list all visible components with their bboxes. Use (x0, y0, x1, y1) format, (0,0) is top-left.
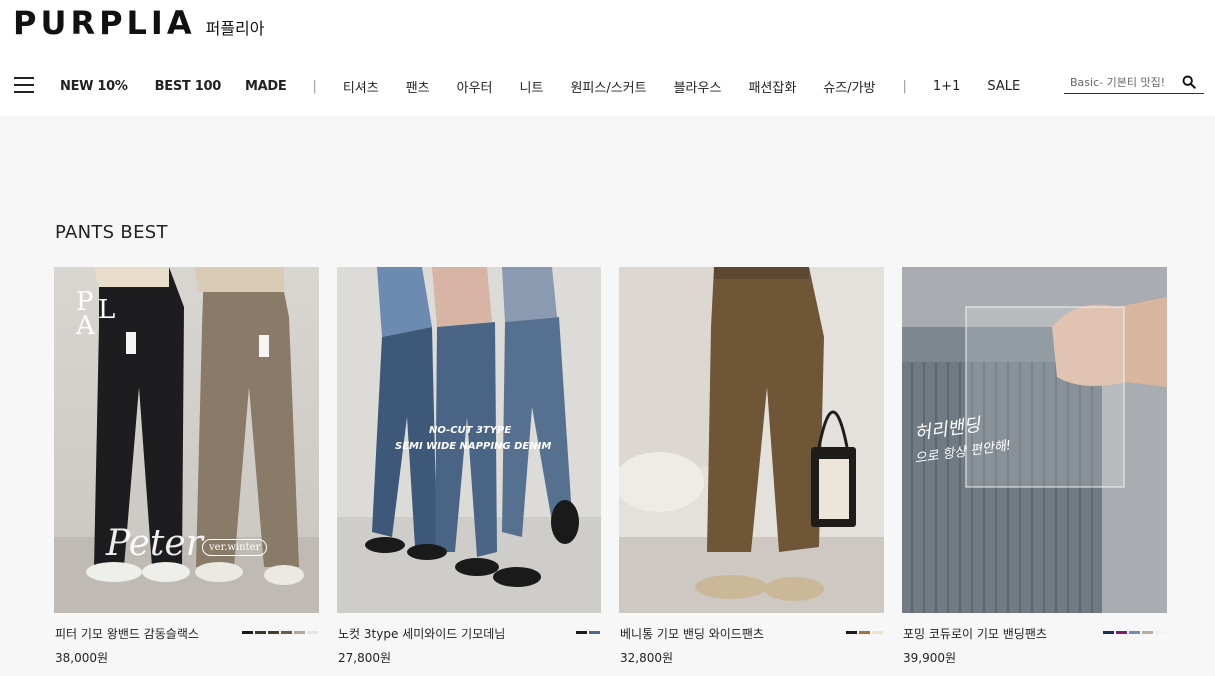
color-swatch (589, 631, 600, 634)
hamburger-menu-icon[interactable] (14, 77, 34, 93)
nav-item-accessories[interactable]: 패션잡화 (748, 77, 796, 96)
logo-korean-text: 퍼플리아 (205, 19, 265, 38)
logo-text: PURPLIA (13, 4, 196, 42)
image-text: A (76, 311, 95, 341)
nav-item-pants[interactable]: 팬츠 (406, 77, 430, 96)
color-swatch (255, 631, 266, 634)
search-icon[interactable] (1182, 75, 1196, 89)
product-price: 32,800원 (620, 651, 674, 665)
product-name[interactable]: 베니통 기모 밴딩 와이드팬츠 (620, 625, 764, 642)
nav-item-1plus1[interactable]: 1+1 (933, 79, 960, 94)
color-swatch (281, 631, 292, 634)
nav-divider: | (312, 78, 317, 94)
product-image[interactable]: P A L Peter ver.winter (54, 267, 319, 613)
product-image[interactable]: NO-CUT 3TYPE SEMI WIDE NAPPING DENIM (337, 267, 601, 613)
product-name[interactable]: 노컷 3type 세미와이드 기모데님 (338, 625, 505, 642)
nav-item-tshirts[interactable]: 티셔츠 (343, 77, 379, 96)
image-text: Peter (106, 523, 203, 564)
color-swatch (1103, 631, 1114, 634)
search-bar (1064, 72, 1204, 94)
site-header: PURPLIA 퍼플리아 NEW 10% BEST 100 MADE | 티셔츠… (0, 0, 1215, 116)
product-card: NO-CUT 3TYPE SEMI WIDE NAPPING DENIM 노컷 … (337, 267, 601, 665)
color-swatches (1103, 631, 1166, 634)
main-content: PANTS BEST P A L Peter ver.winter 피터 기모 … (0, 116, 1215, 676)
color-swatches (846, 631, 883, 634)
color-swatches (576, 631, 600, 634)
color-swatch (1116, 631, 1127, 634)
color-swatch (576, 631, 587, 634)
image-text: NO-CUT 3TYPE (429, 425, 512, 436)
color-swatch (846, 631, 857, 634)
nav-item-new[interactable]: NEW 10% (60, 79, 128, 94)
nav-item-outer[interactable]: 아우터 (457, 77, 493, 96)
image-text: SEMI WIDE NAPPING DENIM (395, 441, 552, 452)
color-swatch (294, 631, 305, 634)
product-name[interactable]: 포밍 코듀로이 기모 밴딩팬츠 (903, 625, 1047, 642)
main-nav: NEW 10% BEST 100 MADE | 티셔츠 팬츠 아우터 니트 원피… (60, 76, 1020, 96)
nav-item-onepiece-skirt[interactable]: 원피스/스커트 (570, 77, 646, 96)
product-name[interactable]: 피터 기모 왕밴드 감동슬랙스 (55, 625, 199, 642)
color-swatches (242, 631, 318, 634)
image-text: L (98, 295, 116, 325)
nav-item-sale[interactable]: SALE (987, 79, 1020, 94)
product-card: 베니통 기모 밴딩 와이드팬츠 32,800원 (619, 267, 884, 665)
product-price: 27,800원 (338, 651, 392, 665)
image-text: ver.winter (202, 539, 268, 556)
logo[interactable]: PURPLIA 퍼플리아 (13, 4, 264, 42)
nav-item-knit[interactable]: 니트 (520, 77, 544, 96)
product-price: 38,000원 (55, 651, 109, 665)
color-swatch (872, 631, 883, 634)
nav-item-blouse[interactable]: 블라우스 (674, 77, 722, 96)
nav-item-made[interactable]: MADE (245, 79, 287, 94)
color-swatch (1142, 631, 1153, 634)
color-swatch (307, 631, 318, 634)
section-title: PANTS BEST (55, 222, 168, 243)
color-swatch (859, 631, 870, 634)
color-swatch (242, 631, 253, 634)
nav-item-best[interactable]: BEST 100 (155, 79, 222, 94)
product-image[interactable]: 허리밴딩 으로 항상 편안해! (902, 267, 1167, 613)
color-swatch (268, 631, 279, 634)
nav-divider: | (902, 78, 907, 94)
color-swatch (1155, 631, 1166, 634)
nav-item-shoes-bags[interactable]: 슈즈/가방 (823, 77, 875, 96)
product-image[interactable] (619, 267, 884, 613)
search-input[interactable] (1064, 76, 1176, 89)
color-swatch (1129, 631, 1140, 634)
product-card: P A L Peter ver.winter 피터 기모 왕밴드 감동슬랙스 3… (54, 267, 319, 665)
product-price: 39,900원 (903, 651, 957, 665)
product-card: 허리밴딩 으로 항상 편안해! 포밍 코듀로이 기모 밴딩팬츠 39,900원 (902, 267, 1167, 665)
